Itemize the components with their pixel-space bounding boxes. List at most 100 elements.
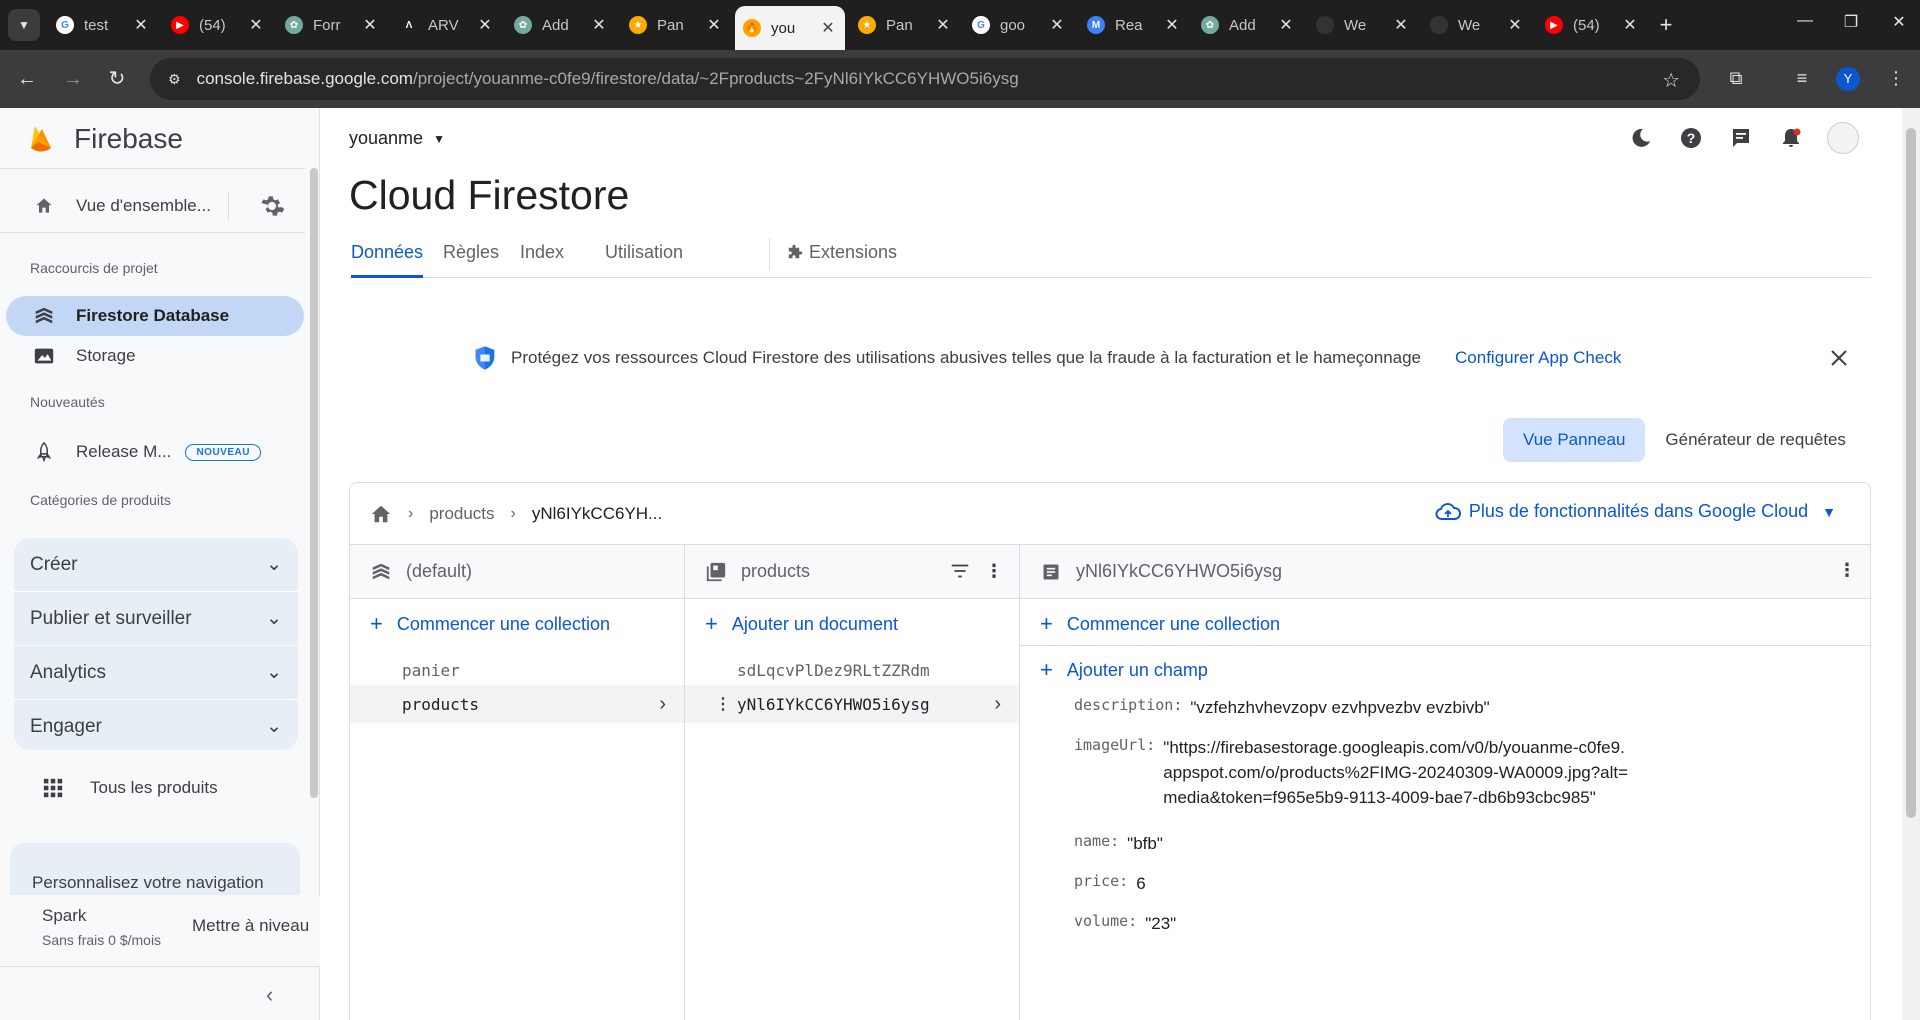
close-icon[interactable] (1827, 346, 1851, 370)
collection-item-selected[interactable]: products › (350, 685, 684, 723)
upgrade-button[interactable]: Mettre à niveau (192, 916, 309, 936)
feedback-icon[interactable] (1727, 124, 1755, 152)
column-header: yNl6IYkCC6YHWO5i6ysg ⋮ (1020, 545, 1870, 599)
back-arrow-icon[interactable]: ← (14, 66, 40, 92)
help-icon[interactable]: ? (1677, 124, 1705, 152)
restore-button[interactable]: ❐ (1836, 12, 1866, 32)
close-tab-icon[interactable]: ✕ (705, 15, 723, 35)
close-tab-icon[interactable]: ✕ (361, 15, 379, 35)
sidebar-item-overview[interactable]: Vue d'ensemble... (6, 186, 226, 226)
browser-tab[interactable]: We ✕ (1308, 9, 1418, 41)
close-tab-icon[interactable]: ✕ (590, 15, 608, 35)
sidebar-item-firestore[interactable]: Firestore Database (6, 296, 304, 336)
start-collection-button[interactable]: + Commencer une collection (370, 613, 610, 635)
browser-tab[interactable]: M Rea ✕ (1079, 9, 1189, 41)
tab-search-button[interactable]: ▼ (8, 9, 40, 41)
settings-gear-icon[interactable] (258, 192, 286, 220)
add-document-button[interactable]: + Ajouter un document (705, 613, 898, 635)
sidebar-item-storage[interactable]: Storage (6, 336, 304, 376)
browser-menu-icon[interactable]: ⋮ (1884, 68, 1908, 89)
document-item-selected[interactable]: ⋮ yNl6IYkCC6YHWO5i6ysg › (685, 685, 1019, 723)
media-control-icon[interactable]: ≡ (1790, 68, 1814, 89)
collapse-sidebar-icon[interactable]: ‹ (266, 982, 273, 1008)
configure-app-check-link[interactable]: Configurer App Check (1455, 348, 1621, 368)
close-window-button[interactable]: ✕ (1884, 12, 1914, 32)
field-description[interactable]: description: "vzfehzhvhevzopv ezvhpvezbv… (1074, 695, 1490, 720)
browser-tab[interactable]: Λ ARV ✕ (392, 9, 502, 41)
category-engage[interactable]: Engager ⌄ (14, 700, 298, 753)
add-field-button[interactable]: + Ajouter un champ (1040, 659, 1208, 681)
collection-item[interactable]: panier (350, 651, 684, 689)
tab-indexes[interactable]: Index (520, 242, 564, 278)
browser-tab[interactable]: ▶ (54) ✕ (163, 9, 273, 41)
field-image-url[interactable]: imageUrl: "https://firebasestorage.googl… (1074, 735, 1634, 810)
close-tab-icon[interactable]: ✕ (1277, 15, 1295, 35)
browser-tab[interactable]: Ggoo ✕ (964, 9, 1074, 41)
close-tab-icon[interactable]: ✕ (1506, 15, 1524, 35)
notifications-bell-icon[interactable] (1777, 124, 1805, 152)
minimize-button[interactable]: — (1790, 12, 1820, 30)
category-create[interactable]: Créer ⌄ (14, 538, 298, 591)
browser-tab[interactable]: ★ Pan ✕ (621, 9, 731, 41)
customize-navigation-card[interactable]: Personnalisez votre navigation (10, 843, 300, 895)
new-tab-button[interactable]: + (1652, 11, 1680, 39)
browser-tab[interactable]: We ✕ (1422, 9, 1532, 41)
sidebar-scrollbar[interactable] (310, 168, 318, 798)
field-volume[interactable]: volume: "23" (1074, 911, 1176, 936)
close-tab-icon[interactable]: ✕ (1621, 15, 1639, 35)
firebase-sidebar: Firebase Vue d'ensemble... Raccourcis de… (0, 108, 320, 1020)
browser-tab[interactable]: ★ Pan ✕ (850, 9, 960, 41)
panel-view-button[interactable]: Vue Panneau (1503, 418, 1646, 462)
filter-icon[interactable] (949, 560, 971, 582)
home-icon[interactable] (370, 503, 392, 525)
bookmark-star-icon[interactable]: ☆ (1662, 68, 1680, 93)
rocket-icon (32, 440, 56, 464)
browser-tab[interactable]: ▶ (54) ✕ (1537, 9, 1647, 41)
more-vert-icon[interactable]: ⋮ (715, 694, 731, 714)
browser-tab[interactable]: 🔥 you ✕ (735, 6, 845, 50)
browser-tab[interactable]: ✿ Add ✕ (1193, 9, 1303, 41)
sidebar-item-release-monitoring[interactable]: Release M... NOUVEAU (6, 432, 304, 472)
category-analytics[interactable]: Analytics ⌄ (14, 646, 298, 699)
scrollbar-thumb[interactable] (1906, 128, 1916, 818)
tab-usage[interactable]: Utilisation (605, 242, 683, 278)
more-vert-icon[interactable]: ⋮ (985, 561, 1003, 582)
address-bar[interactable]: ⚙ console.firebase.google.com/project/yo… (150, 58, 1700, 100)
close-tab-icon[interactable]: ✕ (1163, 15, 1181, 35)
close-tab-icon[interactable]: ✕ (1392, 15, 1410, 35)
all-products-link[interactable]: Tous les produits (42, 777, 218, 799)
browser-tab[interactable]: ✿ Forr ✕ (277, 9, 387, 41)
forward-arrow-icon[interactable]: → (60, 66, 86, 92)
more-vert-icon[interactable]: ⋮ (1838, 560, 1856, 581)
tab-data[interactable]: Données (351, 242, 424, 278)
user-avatar[interactable] (1827, 122, 1859, 154)
collection-icon (705, 561, 727, 583)
browser-tab[interactable]: Gtest ✕ (48, 9, 158, 41)
breadcrumb-document[interactable]: yNl6IYkCC6YH... (532, 504, 662, 524)
field-price[interactable]: price: 6 (1074, 871, 1146, 896)
close-tab-icon[interactable]: ✕ (132, 15, 150, 35)
start-subcollection-button[interactable]: + Commencer une collection (1040, 613, 1280, 635)
project-selector[interactable]: youanme ▼ (349, 128, 445, 149)
site-info-icon[interactable]: ⚙ (168, 71, 181, 88)
browser-profile-avatar[interactable]: Y (1836, 67, 1860, 91)
breadcrumb-collection[interactable]: products (429, 504, 494, 524)
firebase-logo[interactable]: Firebase (28, 122, 183, 156)
close-tab-icon[interactable]: ✕ (819, 18, 837, 38)
page-scrollbar[interactable] (1902, 108, 1920, 1020)
close-tab-icon[interactable]: ✕ (1048, 15, 1066, 35)
close-tab-icon[interactable]: ✕ (476, 15, 494, 35)
document-item[interactable]: sdLqcvPlDez9RLtZZRdm (685, 651, 1019, 689)
extensions-icon[interactable]: ⧉ (1724, 68, 1748, 89)
field-name[interactable]: name: "bfb" (1074, 831, 1163, 856)
tab-extensions[interactable]: Extensions (785, 242, 897, 278)
close-tab-icon[interactable]: ✕ (934, 15, 952, 35)
google-cloud-link[interactable]: Plus de fonctionnalités dans Google Clou… (1435, 501, 1836, 522)
dark-mode-moon-icon[interactable] (1627, 124, 1655, 152)
tab-rules[interactable]: Règles (443, 242, 499, 278)
browser-tab[interactable]: ✿ Add ✕ (506, 9, 616, 41)
close-tab-icon[interactable]: ✕ (247, 15, 265, 35)
query-builder-button[interactable]: Générateur de requêtes (1645, 418, 1866, 462)
category-release-monitor[interactable]: Publier et surveiller ⌄ (14, 592, 298, 645)
reload-icon[interactable]: ↻ (104, 66, 130, 92)
